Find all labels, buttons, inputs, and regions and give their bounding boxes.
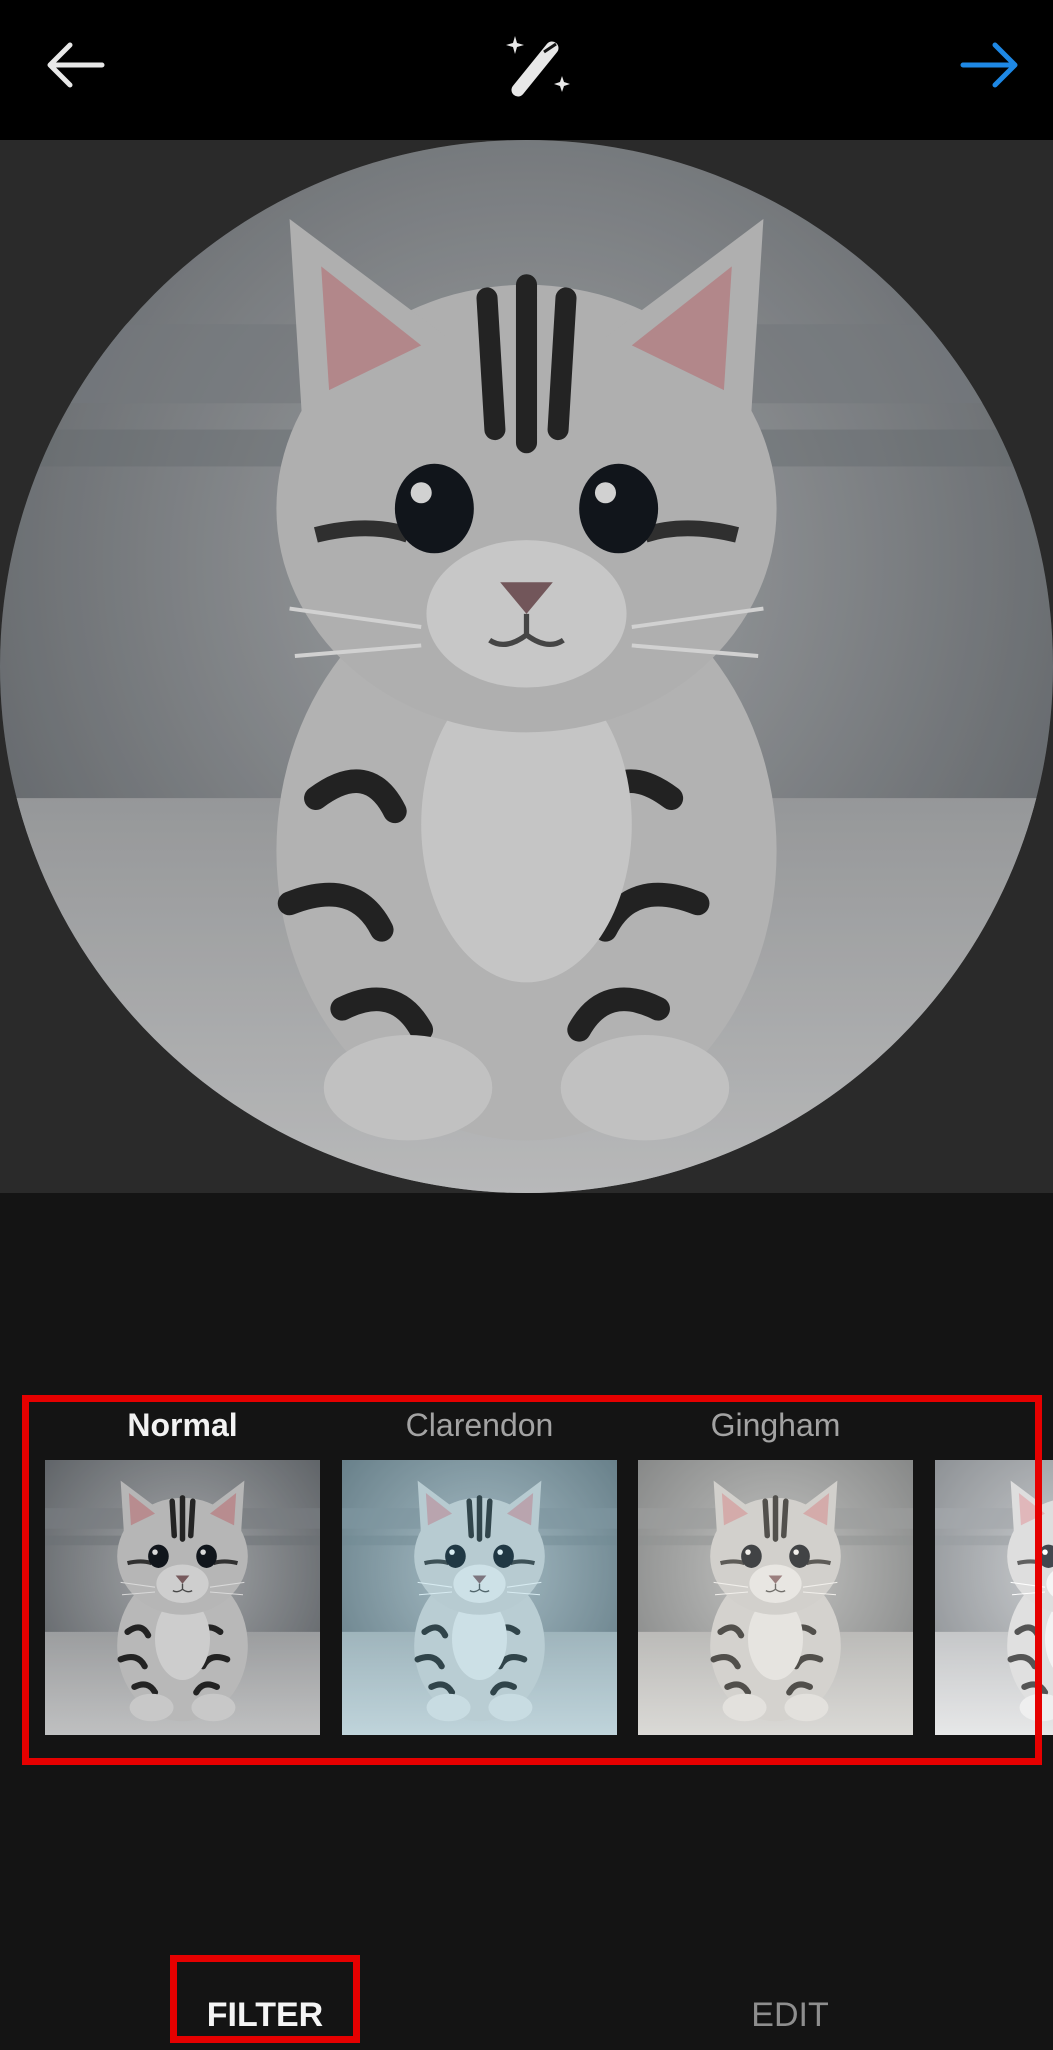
- arrow-left-icon: [47, 42, 105, 88]
- magic-wand-icon: [506, 36, 570, 97]
- top-bar: [0, 0, 1053, 140]
- magic-wand-button[interactable]: [500, 30, 575, 100]
- tab-edit[interactable]: EDIT: [690, 1980, 890, 2050]
- tab-filter[interactable]: FILTER: [170, 1980, 360, 2050]
- circular-crop-preview[interactable]: [0, 140, 1053, 1193]
- filter-partial[interactable]: M: [935, 1390, 1053, 1735]
- filter-normal[interactable]: Normal: [45, 1390, 320, 1735]
- arrow-right-icon: [960, 42, 1018, 88]
- filter-thumbnail: [342, 1460, 617, 1735]
- filter-thumbnail: [935, 1460, 1053, 1735]
- filter-gingham[interactable]: Gingham: [638, 1390, 913, 1735]
- filter-thumbnail: [638, 1460, 913, 1735]
- filter-strip[interactable]: Normal Clarendon Gingham M: [0, 1390, 1053, 1760]
- filter-label: Clarendon: [405, 1407, 554, 1443]
- filter-label: M: [935, 1390, 1053, 1460]
- bottom-tabs: FILTER EDIT: [0, 1900, 1053, 2048]
- next-button[interactable]: [955, 35, 1025, 95]
- filter-label: Gingham: [710, 1407, 841, 1443]
- filter-clarendon[interactable]: Clarendon: [342, 1390, 617, 1735]
- kitten-photo: [0, 140, 1053, 1193]
- back-button[interactable]: [40, 35, 110, 95]
- filter-thumbnail: [45, 1460, 320, 1735]
- filter-label: Normal: [127, 1407, 238, 1443]
- photo-preview-area: [0, 140, 1053, 1193]
